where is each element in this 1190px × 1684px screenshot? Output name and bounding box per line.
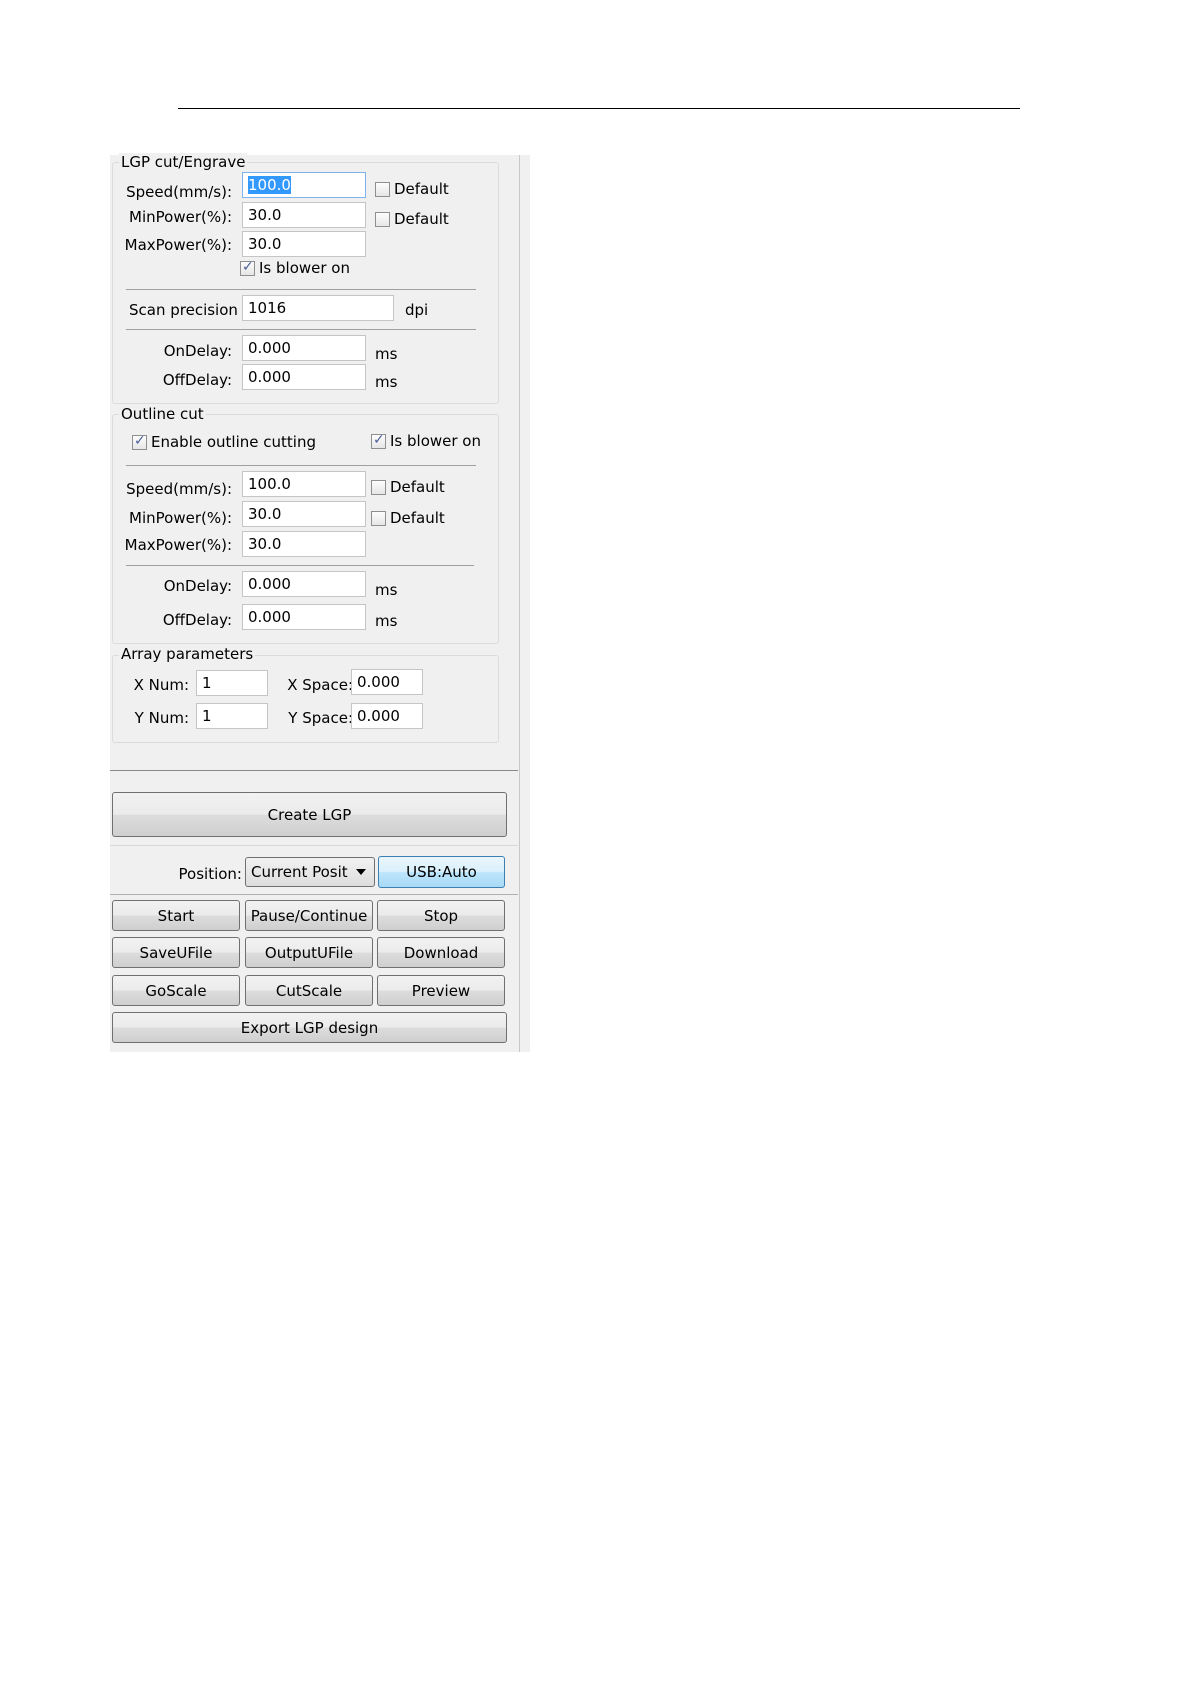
lgp-minpower-label: MinPower(%): <box>129 208 232 226</box>
goscale-button[interactable]: GoScale <box>112 975 240 1006</box>
lgp-speed-value: 100.0 <box>248 176 291 194</box>
checkbox-box-icon <box>371 510 386 526</box>
array-group-title: Array parameters <box>119 645 256 663</box>
lgp-maxpower-input[interactable]: 30.0 <box>242 231 366 257</box>
lgp-offdelay-label: OffDelay: <box>162 371 232 389</box>
array-group <box>112 655 499 743</box>
ynum-label: Y Num: <box>134 709 189 727</box>
lgp-ondelay-unit: ms <box>375 345 398 363</box>
scan-precision-input[interactable]: 1016 <box>242 295 394 321</box>
outline-maxpower-label: MaxPower(%): <box>124 536 232 554</box>
download-button[interactable]: Download <box>377 937 505 968</box>
start-button[interactable]: Start <box>112 900 240 931</box>
outline-minpower-default-checkbox[interactable]: Default <box>371 509 445 527</box>
export-lgp-button[interactable]: Export LGP design <box>112 1012 507 1043</box>
lgp-blower-label: Is blower on <box>259 259 350 277</box>
outline-maxpower-input[interactable]: 30.0 <box>242 531 366 557</box>
xspace-label: X Space: <box>287 676 353 694</box>
position-label: Position: <box>178 865 242 883</box>
lgp-minpower-default-checkbox[interactable]: Default <box>375 210 449 228</box>
cutscale-button[interactable]: CutScale <box>245 975 373 1006</box>
panel-bottom-separator <box>110 770 518 771</box>
outline-speed-default-checkbox[interactable]: Default <box>371 478 445 496</box>
outline-group-title: Outline cut <box>119 405 206 423</box>
lgp-minpower-default-label: Default <box>394 210 449 228</box>
checkbox-checked-icon <box>240 259 255 276</box>
outline-offdelay-label: OffDelay: <box>162 611 232 629</box>
lgp-group-title: LGP cut/Engrave <box>119 153 248 171</box>
lgp-speed-default-checkbox[interactable]: Default <box>375 180 449 198</box>
position-dropdown[interactable]: Current Posit <box>245 857 375 887</box>
lgp-blower-checkbox[interactable]: Is blower on <box>240 259 350 277</box>
outline-offdelay-input[interactable]: 0.000 <box>242 604 366 630</box>
lgp-offdelay-input[interactable]: 0.000 <box>242 364 366 390</box>
outline-speed-label: Speed(mm/s): <box>126 480 232 498</box>
outputufile-button[interactable]: OutputUFile <box>245 937 373 968</box>
outline-minpower-default-label: Default <box>390 509 445 527</box>
lgp-panel: LGP cut/Engrave Speed(mm/s): 100.0 Defau… <box>110 153 530 1052</box>
outline-speed-input[interactable]: 100.0 <box>242 471 366 497</box>
xspace-input[interactable]: 0.000 <box>351 669 423 695</box>
outline-speed-default-label: Default <box>390 478 445 496</box>
enable-outline-label: Enable outline cutting <box>151 433 316 451</box>
position-value: Current Posit <box>251 863 348 881</box>
outline-minpower-label: MinPower(%): <box>129 509 232 527</box>
lgp-ondelay-input[interactable]: 0.000 <box>242 335 366 361</box>
outline-blower-checkbox[interactable]: Is blower on <box>371 432 481 450</box>
separator <box>110 845 518 846</box>
create-lgp-button[interactable]: Create LGP <box>112 792 507 837</box>
lgp-offdelay-unit: ms <box>375 373 398 391</box>
stop-button[interactable]: Stop <box>377 900 505 931</box>
outline-ondelay-label: OnDelay: <box>163 577 232 595</box>
checkbox-box-icon <box>375 181 390 197</box>
yspace-label: Y Space: <box>288 709 353 727</box>
checkbox-checked-icon <box>132 433 147 450</box>
lgp-ondelay-label: OnDelay: <box>163 342 232 360</box>
lgp-speed-default-label: Default <box>394 180 449 198</box>
outline-blower-label: Is blower on <box>390 432 481 450</box>
scan-unit: dpi <box>405 301 429 319</box>
checkbox-checked-icon <box>371 432 386 449</box>
outline-offdelay-unit: ms <box>375 612 398 630</box>
lgp-minpower-input[interactable]: 30.0 <box>242 202 366 228</box>
yspace-input[interactable]: 0.000 <box>351 703 423 729</box>
scan-precision-label: Scan precision <box>129 301 238 319</box>
outline-ondelay-unit: ms <box>375 581 398 599</box>
panel-scroll-edge <box>519 155 520 1052</box>
checkbox-box-icon <box>371 479 386 495</box>
separator <box>126 329 476 330</box>
outline-minpower-input[interactable]: 30.0 <box>242 501 366 527</box>
xnum-label: X Num: <box>133 676 189 694</box>
ynum-input[interactable]: 1 <box>196 703 268 729</box>
pause-continue-button[interactable]: Pause/Continue <box>245 900 373 931</box>
checkbox-box-icon <box>375 211 390 227</box>
preview-button[interactable]: Preview <box>377 975 505 1006</box>
lgp-speed-label: Speed(mm/s): <box>126 183 232 201</box>
separator <box>126 289 476 290</box>
xnum-input[interactable]: 1 <box>196 670 268 696</box>
separator <box>126 465 476 466</box>
separator <box>110 894 518 895</box>
usb-auto-button[interactable]: USB:Auto <box>378 856 505 888</box>
chevron-down-icon <box>356 869 366 875</box>
separator <box>126 565 474 566</box>
outline-ondelay-input[interactable]: 0.000 <box>242 571 366 597</box>
enable-outline-checkbox[interactable]: Enable outline cutting <box>132 433 316 451</box>
saveufile-button[interactable]: SaveUFile <box>112 937 240 968</box>
lgp-maxpower-label: MaxPower(%): <box>124 236 232 254</box>
lgp-speed-input[interactable]: 100.0 <box>242 172 366 198</box>
page-rule <box>178 108 1020 109</box>
